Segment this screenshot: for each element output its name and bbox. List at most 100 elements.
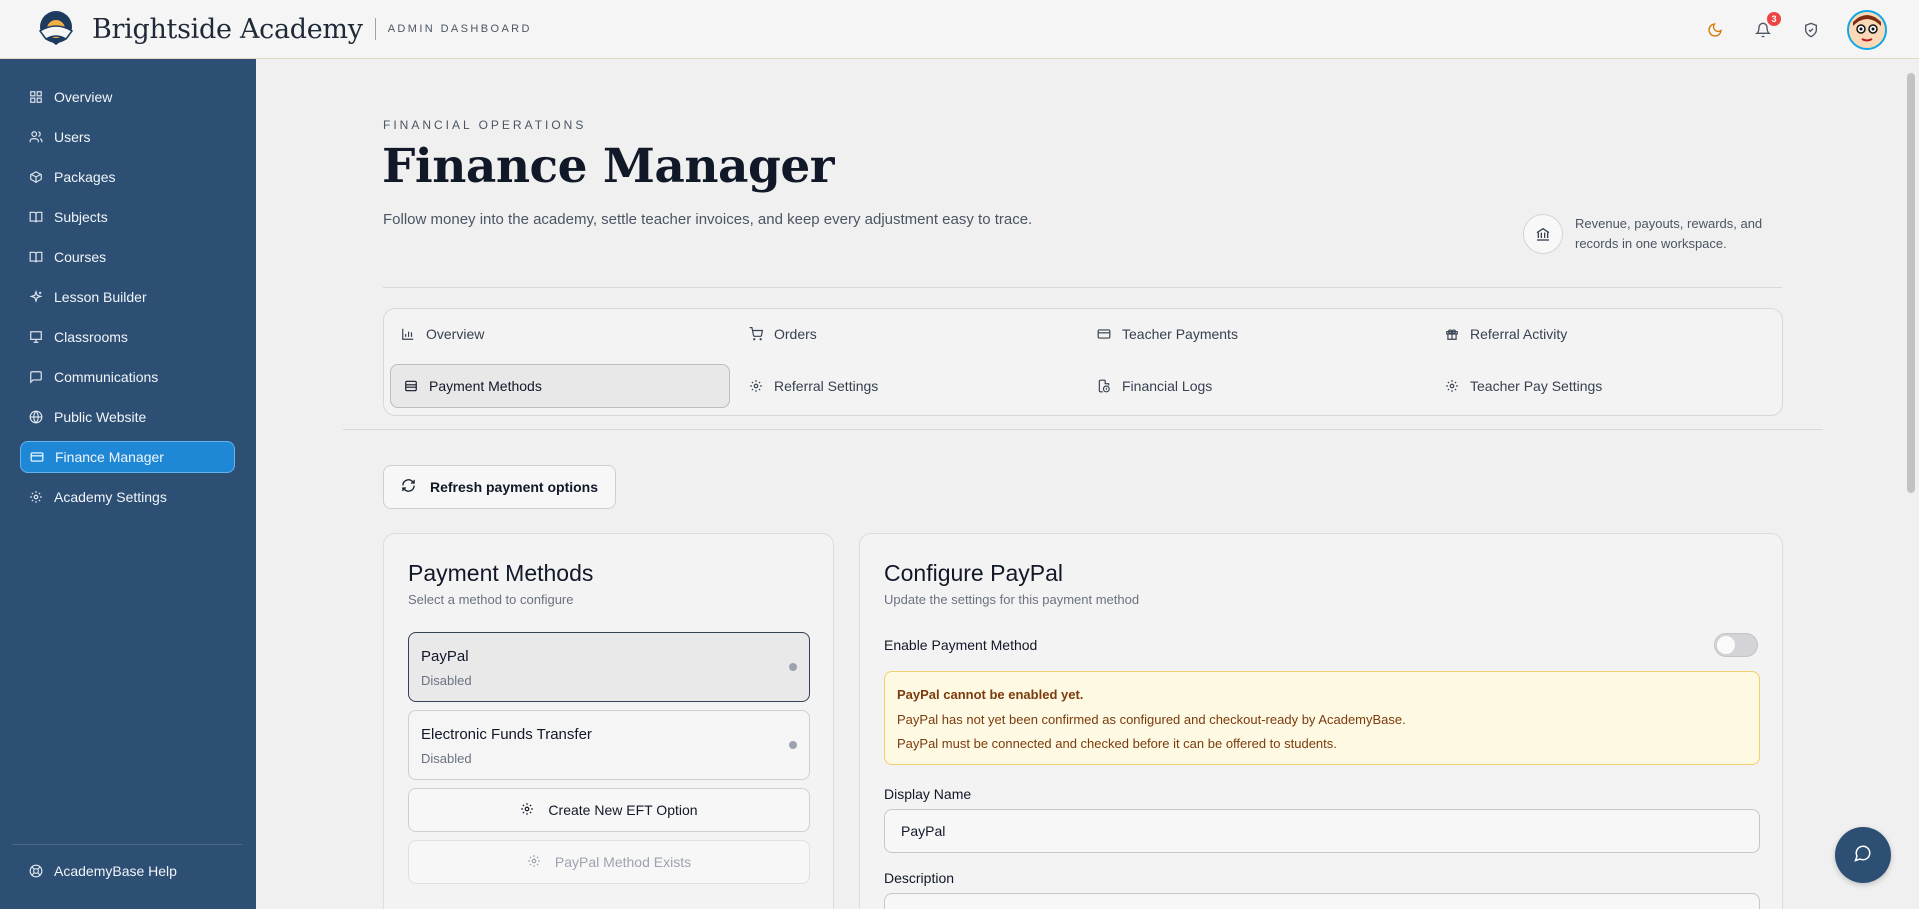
warning-line: PayPal has not yet been confirmed as con…: [897, 712, 1406, 727]
sidebar-item-label: Subjects: [54, 209, 108, 225]
tab-teacher-payments[interactable]: Teacher Payments: [1084, 312, 1424, 356]
card-title: Configure PayPal: [884, 560, 1063, 586]
tab-payment-methods[interactable]: Payment Methods: [390, 364, 730, 408]
gear-icon: [1444, 378, 1460, 394]
tab-label: Referral Activity: [1470, 326, 1568, 342]
finance-tabs: Overview Orders Teacher Payments Referra…: [383, 308, 1783, 416]
paypal-warning: PayPal cannot be enabled yet. PayPal has…: [884, 671, 1760, 765]
configure-paypal-card: Configure PayPal Update the settings for…: [859, 533, 1783, 909]
refresh-payment-options-button[interactable]: Refresh payment options: [383, 465, 616, 509]
status-dot: [789, 741, 797, 749]
scrollbar-thumb[interactable]: [1907, 73, 1915, 493]
bar-chart-icon: [400, 326, 416, 342]
sidebar-item-finance-manager[interactable]: Finance Manager: [20, 441, 235, 473]
bank-icon: [1523, 214, 1563, 254]
tab-label: Payment Methods: [429, 378, 542, 394]
card-icon: [1096, 326, 1112, 342]
sidebar-item-label: Academy Settings: [54, 489, 167, 505]
tab-label: Teacher Payments: [1122, 326, 1238, 342]
page-scrollbar[interactable]: [1903, 59, 1919, 909]
brand-separator: [374, 18, 376, 40]
sidebar-item-packages[interactable]: Packages: [20, 161, 235, 193]
sidebar-item-label: Classrooms: [54, 329, 128, 345]
page-title: Finance Manager: [382, 139, 835, 194]
card-subtitle: Update the settings for this payment met…: [884, 592, 1140, 607]
gear-icon: [28, 489, 44, 505]
sidebar-item-lesson-builder[interactable]: Lesson Builder: [20, 281, 235, 313]
brand-subtitle: ADMIN DASHBOARD: [387, 23, 532, 35]
chat-icon: [1854, 844, 1872, 867]
sidebar-item-label: Users: [54, 129, 91, 145]
gear-icon: [527, 854, 541, 871]
tab-overview[interactable]: Overview: [388, 312, 728, 356]
gear-icon: [748, 378, 764, 394]
description-label: Description: [884, 870, 955, 886]
sidebar: Overview Users Packages Subjects Courses…: [0, 59, 256, 909]
divider: [343, 429, 1823, 430]
paypal-method-exists-button: PayPal Method Exists: [408, 840, 810, 884]
sidebar-item-classrooms[interactable]: Classrooms: [20, 321, 235, 353]
wallet-icon: [403, 378, 419, 394]
warning-line: PayPal must be connected and checked bef…: [897, 736, 1337, 751]
button-label: PayPal Method Exists: [554, 854, 692, 870]
tab-label: Referral Settings: [774, 378, 879, 394]
tab-label: Overview: [426, 326, 485, 342]
refresh-icon: [401, 478, 416, 496]
sidebar-item-label: Packages: [54, 169, 116, 185]
main-content: FINANCIAL OPERATIONS Finance Manager Fol…: [256, 59, 1919, 909]
toggle-knob: [1717, 636, 1735, 654]
tab-financial-logs[interactable]: Financial Logs: [1084, 364, 1424, 408]
moon-icon[interactable]: [1703, 18, 1727, 42]
sidebar-item-label: Courses: [54, 249, 107, 265]
enable-payment-method-toggle[interactable]: [1714, 633, 1758, 657]
chat-button[interactable]: [1835, 827, 1891, 883]
notification-badge: 3: [1767, 11, 1781, 26]
help-icon: [28, 863, 44, 879]
sidebar-item-help[interactable]: AcademyBase Help: [20, 855, 235, 887]
users-icon: [28, 129, 44, 145]
method-status: Disabled: [421, 751, 472, 766]
sidebar-divider: [12, 844, 242, 845]
shield-icon[interactable]: [1799, 18, 1823, 42]
payment-methods-card: Payment Methods Select a method to confi…: [383, 533, 834, 909]
book-open-icon: [28, 249, 44, 265]
status-dot: [789, 663, 797, 671]
presentation-icon: [28, 329, 44, 345]
sidebar-item-courses[interactable]: Courses: [20, 241, 235, 273]
card-title: Payment Methods: [408, 560, 594, 586]
page-description: Follow money into the academy, settle te…: [383, 211, 1033, 228]
button-label: Create New EFT Option: [548, 802, 698, 818]
package-icon: [28, 169, 44, 185]
tab-referral-activity[interactable]: Referral Activity: [1432, 312, 1772, 356]
grid-icon: [28, 89, 44, 105]
warning-title: PayPal cannot be enabled yet.: [897, 687, 1084, 702]
sidebar-item-public-website[interactable]: Public Website: [20, 401, 235, 433]
message-icon: [28, 369, 44, 385]
divider: [383, 287, 1782, 288]
method-paypal[interactable]: PayPal Disabled: [408, 632, 810, 702]
method-eft[interactable]: Electronic Funds Transfer Disabled: [408, 710, 810, 780]
sidebar-item-users[interactable]: Users: [20, 121, 235, 153]
sparkle-icon: [28, 289, 44, 305]
sidebar-item-subjects[interactable]: Subjects: [20, 201, 235, 233]
avatar[interactable]: [1847, 9, 1887, 50]
display-name-label: Display Name: [884, 786, 972, 802]
tab-orders[interactable]: Orders: [736, 312, 1076, 356]
brand-name: Brightside Academy: [92, 13, 363, 45]
sidebar-item-communications[interactable]: Communications: [20, 361, 235, 393]
book-icon: [28, 209, 44, 225]
gift-icon: [1444, 326, 1460, 342]
bell-icon[interactable]: 3: [1751, 11, 1781, 42]
tab-teacher-pay-settings[interactable]: Teacher Pay Settings: [1432, 364, 1772, 408]
brand[interactable]: Brightside Academy ADMIN DASHBOARD: [36, 9, 532, 49]
description-input[interactable]: Pay securely with PayPal: [884, 893, 1760, 909]
sidebar-item-overview[interactable]: Overview: [20, 81, 235, 113]
create-eft-option-button[interactable]: Create New EFT Option: [408, 788, 810, 832]
tab-referral-settings[interactable]: Referral Settings: [736, 364, 1076, 408]
page-eyebrow: FINANCIAL OPERATIONS: [383, 118, 587, 132]
display-name-input[interactable]: PayPal: [884, 809, 1760, 853]
card-subtitle: Select a method to configure: [408, 592, 574, 607]
method-status: Disabled: [421, 673, 472, 688]
top-header: Brightside Academy ADMIN DASHBOARD 3: [0, 0, 1919, 59]
sidebar-item-academy-settings[interactable]: Academy Settings: [20, 481, 235, 513]
